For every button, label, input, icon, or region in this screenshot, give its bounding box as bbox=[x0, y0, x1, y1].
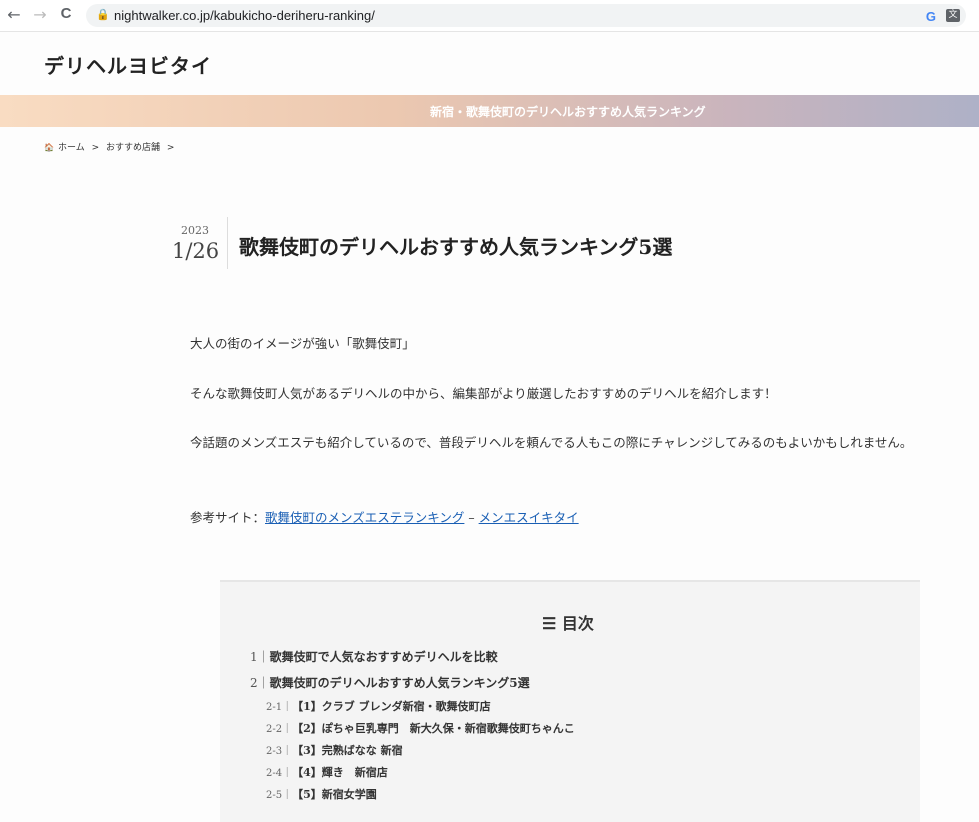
banner-text: 新宿・歌舞伎町のデリヘルおすすめ人気ランキング bbox=[430, 105, 706, 119]
intro-paragraph-3: 今話題のメンズエステも紹介しているので、普段デリヘルを頼んでる人もこの際にチャレ… bbox=[190, 435, 913, 450]
reference-link-menes-ikitai[interactable]: メンエスイキタイ bbox=[479, 510, 579, 525]
toc-item-1[interactable]: 1｜歌舞伎町で人気なおすすめデリヘルを比較 bbox=[250, 648, 498, 665]
breadcrumb-home[interactable]: ホーム bbox=[58, 143, 85, 153]
address-bar[interactable]: 🔒 nightwalker.co.jp/kabukicho-deriheru-r… bbox=[86, 4, 966, 27]
breadcrumb-separator: > bbox=[91, 143, 100, 153]
toc-subitem-2-3[interactable]: 2-3｜【3】完熟ばなな 新宿 bbox=[266, 742, 403, 758]
toc-subitem-label[interactable]: 【2】ぽちゃ巨乳専門 新大久保・新宿歌舞伎町ちゃんこ bbox=[292, 722, 575, 735]
toc-item-number: 2｜ bbox=[250, 676, 270, 690]
post-month-day: 1/26 bbox=[172, 239, 220, 263]
back-arrow-icon[interactable]: ← bbox=[4, 5, 24, 24]
url-text[interactable]: nightwalker.co.jp/kabukicho-deriheru-ran… bbox=[114, 8, 375, 23]
post-year: 2023 bbox=[181, 224, 209, 237]
list-icon: ☰ bbox=[542, 614, 557, 633]
toc-subitem-label[interactable]: 【3】完熟ばなな 新宿 bbox=[292, 744, 402, 757]
toc-subitem-label[interactable]: 【1】クラブ ブレンダ新宿・歌舞伎町店 bbox=[292, 700, 490, 713]
toc-heading: ☰ 目次 bbox=[542, 610, 594, 634]
toc-title: 目次 bbox=[561, 614, 594, 633]
breadcrumb-separator: > bbox=[166, 143, 175, 153]
forward-arrow-icon[interactable]: → bbox=[30, 5, 50, 24]
toc-item-2[interactable]: 2｜歌舞伎町のデリヘルおすすめ人気ランキング5選 bbox=[250, 674, 530, 691]
reference-dash: – bbox=[464, 510, 479, 525]
toc-item-label[interactable]: 歌舞伎町のデリヘルおすすめ人気ランキング5選 bbox=[270, 676, 530, 690]
home-icon[interactable]: 🏠 bbox=[44, 143, 54, 152]
reference-line: 参考サイト：歌舞伎町のメンズエステランキング – メンエスイキタイ bbox=[190, 506, 930, 529]
browser-toolbar: ← → C 🔒 nightwalker.co.jp/kabukicho-deri… bbox=[0, 0, 979, 32]
lock-icon: 🔒 bbox=[96, 8, 110, 21]
toc-subitem-2-1[interactable]: 2-1｜【1】クラブ ブレンダ新宿・歌舞伎町店 bbox=[266, 698, 491, 714]
translate-icon[interactable]: 文 bbox=[946, 9, 960, 22]
toc-item-number: 1｜ bbox=[250, 650, 270, 664]
site-logo-title[interactable]: デリヘルヨビタイ bbox=[44, 50, 212, 79]
toc-subitem-label[interactable]: 【4】輝き 新宿店 bbox=[292, 766, 388, 779]
post-date: 2023 1/26 bbox=[172, 224, 220, 263]
breadcrumb-category[interactable]: おすすめ店舗 bbox=[106, 143, 160, 153]
toc-subitem-number: 2-5｜ bbox=[266, 790, 293, 801]
google-icon[interactable]: G bbox=[926, 9, 936, 24]
article-title: 歌舞伎町のデリヘルおすすめ人気ランキング5選 bbox=[239, 235, 673, 259]
table-of-contents: ☰ 目次 1｜歌舞伎町で人気なおすすめデリヘルを比較 2｜歌舞伎町のデリヘルおす… bbox=[220, 580, 920, 822]
toc-subitem-2-5[interactable]: 2-5｜【5】新宿女学園 bbox=[266, 786, 377, 802]
toc-subitem-number: 2-3｜ bbox=[266, 746, 293, 757]
site-banner: 新宿・歌舞伎町のデリヘルおすすめ人気ランキング bbox=[0, 95, 979, 127]
intro-paragraph-2: そんな歌舞伎町人気があるデリヘルの中から、編集部がより厳選したおすすめのデリヘル… bbox=[190, 386, 777, 401]
toc-subitem-label[interactable]: 【5】新宿女学園 bbox=[292, 788, 377, 801]
intro-paragraph-1: 大人の街のイメージが強い「歌舞伎町」 bbox=[190, 336, 415, 351]
toc-subitem-number: 2-4｜ bbox=[266, 768, 293, 779]
toc-subitem-number: 2-2｜ bbox=[266, 724, 293, 735]
toc-subitem-2-2[interactable]: 2-2｜【2】ぽちゃ巨乳専門 新大久保・新宿歌舞伎町ちゃんこ bbox=[266, 720, 575, 736]
breadcrumb: 🏠 ホーム > おすすめ店舗 > bbox=[44, 140, 178, 153]
toc-subitem-2-4[interactable]: 2-4｜【4】輝き 新宿店 bbox=[266, 764, 388, 780]
reload-icon[interactable]: C bbox=[56, 5, 76, 22]
toc-subitem-number: 2-1｜ bbox=[266, 702, 293, 713]
date-divider bbox=[227, 217, 228, 269]
reference-link-menes-ranking[interactable]: 歌舞伎町のメンズエステランキング bbox=[265, 510, 464, 525]
toc-item-label[interactable]: 歌舞伎町で人気なおすすめデリヘルを比較 bbox=[270, 650, 498, 664]
reference-label: 参考サイト： bbox=[190, 510, 266, 525]
